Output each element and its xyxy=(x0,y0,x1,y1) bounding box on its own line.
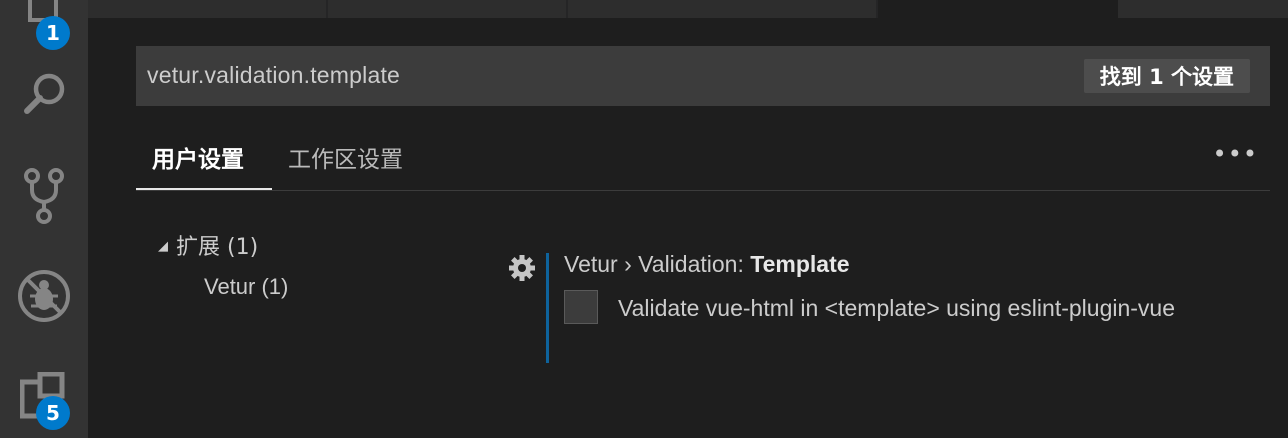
editor-tab[interactable] xyxy=(88,0,326,18)
editor-tabs-strip xyxy=(88,0,1288,18)
setting-checkbox[interactable] xyxy=(564,290,598,324)
extensions-button[interactable]: 5 xyxy=(0,358,88,438)
active-tab-indicator xyxy=(136,188,272,190)
collapse-triangle-icon: ◢ xyxy=(158,239,168,254)
more-actions-icon[interactable]: ••• xyxy=(1213,140,1258,168)
toc-extensions-label: 扩展 (1) xyxy=(176,235,259,260)
debug-button[interactable] xyxy=(0,258,88,338)
tab-user-settings[interactable]: 用户设置 xyxy=(152,140,244,186)
search-icon xyxy=(19,69,69,123)
source-control-button[interactable] xyxy=(0,158,88,238)
search-input[interactable]: vetur.validation.template xyxy=(147,62,400,89)
toc-item-vetur[interactable]: Vetur (1) xyxy=(204,274,288,300)
tab-workspace-settings[interactable]: 工作区设置 xyxy=(288,140,403,186)
setting-name: Template xyxy=(750,251,850,277)
setting-category: Vetur › Validation: xyxy=(564,251,751,277)
setting-title: Vetur › Validation: Template xyxy=(564,251,850,278)
activity-bar: 1 5 xyxy=(0,0,88,438)
editor-tab-active[interactable] xyxy=(878,0,1118,18)
editor-tab[interactable] xyxy=(568,0,876,18)
search-button[interactable] xyxy=(0,56,88,136)
no-bug-icon xyxy=(16,268,72,328)
editor-tab[interactable] xyxy=(1118,0,1288,18)
explorer-badge: 1 xyxy=(36,16,70,50)
setting-description: Validate vue-html in <template> using es… xyxy=(618,295,1175,321)
tabs-divider xyxy=(136,190,1270,191)
focused-setting-indicator xyxy=(546,253,549,363)
editor-tab[interactable] xyxy=(328,0,566,18)
gear-icon[interactable] xyxy=(508,254,536,286)
result-count-badge: 找到 1 个设置 xyxy=(1083,59,1250,93)
extensions-badge: 5 xyxy=(36,396,70,430)
toc-item-extensions[interactable]: ◢ 扩展 (1) xyxy=(158,229,258,261)
source-control-icon xyxy=(22,166,66,230)
explorer-button[interactable]: 1 xyxy=(0,0,88,50)
settings-search-box[interactable]: vetur.validation.template 找到 1 个设置 xyxy=(136,46,1270,106)
